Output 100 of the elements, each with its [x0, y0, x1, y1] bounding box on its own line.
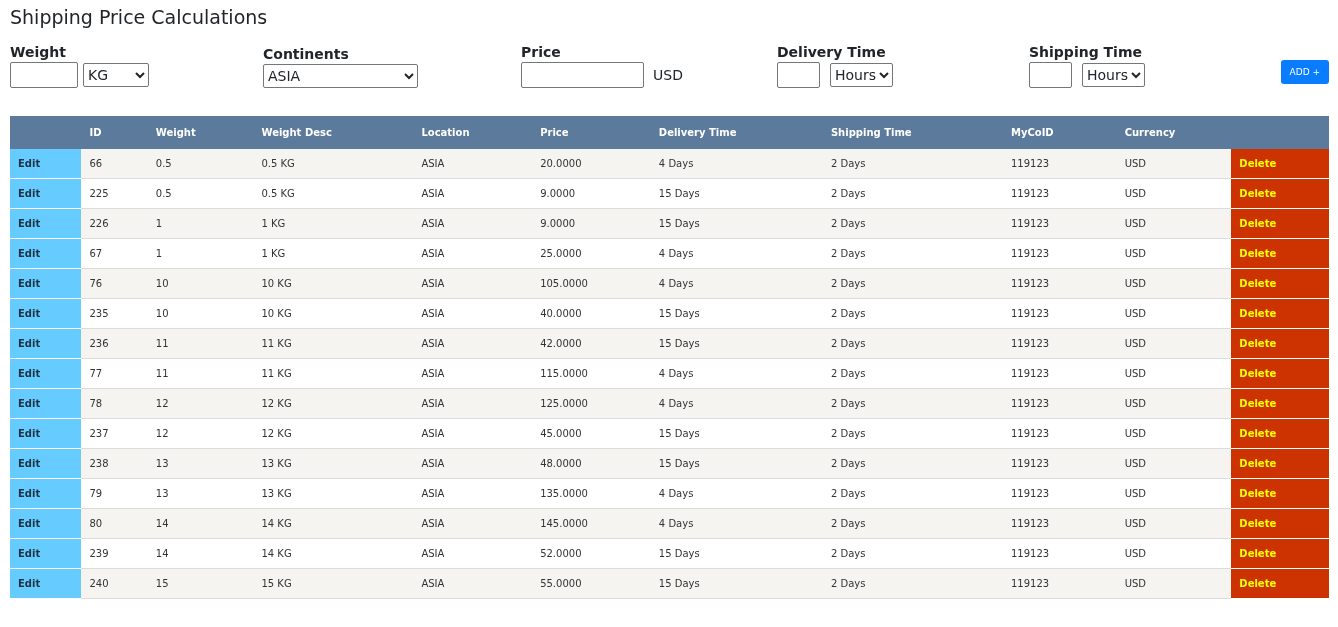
- table-cell: ASIA: [413, 418, 533, 449]
- table-cell: 2 Days: [822, 149, 1003, 179]
- edit-button[interactable]: Edit: [10, 248, 49, 259]
- column-header: Shipping Time: [822, 116, 1003, 149]
- delete-button[interactable]: Delete: [1231, 368, 1285, 379]
- price-input[interactable]: [521, 62, 644, 88]
- column-header: Location: [413, 116, 533, 149]
- edit-button[interactable]: Edit: [10, 338, 49, 349]
- edit-button[interactable]: Edit: [10, 458, 49, 469]
- table-cell: 52.0000: [532, 538, 651, 569]
- delete-button[interactable]: Delete: [1231, 458, 1285, 469]
- weight-input[interactable]: [10, 62, 78, 88]
- table-cell: 0.5: [147, 178, 254, 209]
- delete-button[interactable]: Delete: [1231, 248, 1285, 259]
- edit-button[interactable]: Edit: [10, 488, 49, 499]
- column-header: MyCoID: [1002, 116, 1117, 149]
- table-cell: 4 Days: [650, 478, 823, 509]
- delete-button[interactable]: Delete: [1231, 308, 1285, 319]
- table-cell: 66: [81, 149, 148, 179]
- time-unit-select[interactable]: Hours: [830, 63, 893, 87]
- table-cell: 119123: [1002, 238, 1117, 269]
- edit-button[interactable]: Edit: [10, 428, 49, 439]
- table-cell: 14: [147, 508, 254, 539]
- table-cell: 1 KG: [253, 238, 414, 269]
- table-cell: 76: [81, 268, 148, 299]
- table-cell: 226: [81, 208, 148, 239]
- table-cell: 78: [81, 388, 148, 419]
- field-label: Shipping Time: [1029, 44, 1142, 60]
- table-cell: 2 Days: [822, 508, 1003, 539]
- delete-button[interactable]: Delete: [1231, 398, 1285, 409]
- table-cell: 14: [147, 538, 254, 569]
- table-cell: 119123: [1002, 568, 1117, 599]
- table-cell: 11 KG: [253, 358, 414, 389]
- table-cell: 238: [81, 448, 148, 479]
- edit-button[interactable]: Edit: [10, 548, 49, 559]
- table-cell: 15 Days: [650, 418, 823, 449]
- table-cell: 119123: [1002, 268, 1117, 299]
- table-cell: 11: [147, 358, 254, 389]
- table-cell: 119123: [1002, 149, 1117, 179]
- table-cell: 10: [147, 298, 254, 329]
- table-cell: ASIA: [413, 538, 533, 569]
- table-cell: ASIA: [413, 508, 533, 539]
- edit-button[interactable]: Edit: [10, 368, 49, 379]
- column-header: ID: [81, 116, 148, 149]
- unit-select[interactable]: KG: [83, 63, 149, 87]
- table-cell: ASIA: [413, 268, 533, 299]
- table-cell: 119123: [1002, 178, 1117, 209]
- table-cell: ASIA: [413, 478, 533, 509]
- edit-button[interactable]: Edit: [10, 278, 49, 289]
- table-cell: ASIA: [413, 388, 533, 419]
- table-cell: 13: [147, 478, 254, 509]
- table-cell: 0.5 KG: [253, 149, 414, 179]
- edit-button[interactable]: Edit: [10, 158, 49, 169]
- table-cell: 42.0000: [532, 328, 651, 359]
- field-label: Continents: [263, 46, 349, 62]
- add-button[interactable]: ADD +: [1280, 60, 1329, 84]
- table-cell: 4 Days: [650, 508, 823, 539]
- table-cell: USD: [1116, 358, 1232, 389]
- delete-button[interactable]: Delete: [1231, 278, 1285, 289]
- continent-select[interactable]: ASIA: [263, 64, 418, 88]
- column-header: Weight Desc: [253, 116, 414, 149]
- table-cell: 237: [81, 418, 148, 449]
- column-header: Weight: [147, 116, 254, 149]
- table-cell: USD: [1116, 208, 1232, 239]
- edit-button[interactable]: Edit: [10, 218, 49, 229]
- edit-button[interactable]: Edit: [10, 518, 49, 529]
- table-cell: 119123: [1002, 538, 1117, 569]
- edit-button[interactable]: Edit: [10, 188, 49, 199]
- table-cell: ASIA: [413, 298, 533, 329]
- edit-button[interactable]: Edit: [10, 578, 49, 589]
- delete-button[interactable]: Delete: [1231, 488, 1285, 499]
- table-cell: USD: [1116, 538, 1232, 569]
- table-cell: 15 KG: [253, 568, 414, 599]
- table-cell: USD: [1116, 568, 1232, 599]
- delete-button[interactable]: Delete: [1231, 338, 1285, 349]
- time-unit-select[interactable]: Hours: [1082, 63, 1145, 87]
- delete-button[interactable]: Delete: [1231, 578, 1285, 589]
- table-cell: 10 KG: [253, 268, 414, 299]
- table-cell: 1: [147, 238, 254, 269]
- field-label: Price: [521, 44, 561, 60]
- table-cell: 12 KG: [253, 418, 414, 449]
- delete-button[interactable]: Delete: [1231, 428, 1285, 439]
- table-cell: 2 Days: [822, 238, 1003, 269]
- table-cell: 13 KG: [253, 448, 414, 479]
- table-cell: ASIA: [413, 238, 533, 269]
- table-cell: USD: [1116, 388, 1232, 419]
- time-input[interactable]: [777, 62, 820, 88]
- table-cell: 115.0000: [532, 358, 651, 389]
- table-cell: 13 KG: [253, 478, 414, 509]
- delete-button[interactable]: Delete: [1231, 518, 1285, 529]
- table-cell: USD: [1116, 149, 1232, 179]
- table-cell: 80: [81, 508, 148, 539]
- table-cell: 9.0000: [532, 208, 651, 239]
- edit-button[interactable]: Edit: [10, 398, 49, 409]
- column-header: Currency: [1116, 116, 1232, 149]
- edit-button[interactable]: Edit: [10, 308, 49, 319]
- delete-button[interactable]: Delete: [1231, 218, 1285, 229]
- delete-button[interactable]: Delete: [1231, 188, 1285, 199]
- time-input[interactable]: [1029, 62, 1072, 88]
- delete-button[interactable]: Delete: [1231, 548, 1285, 559]
